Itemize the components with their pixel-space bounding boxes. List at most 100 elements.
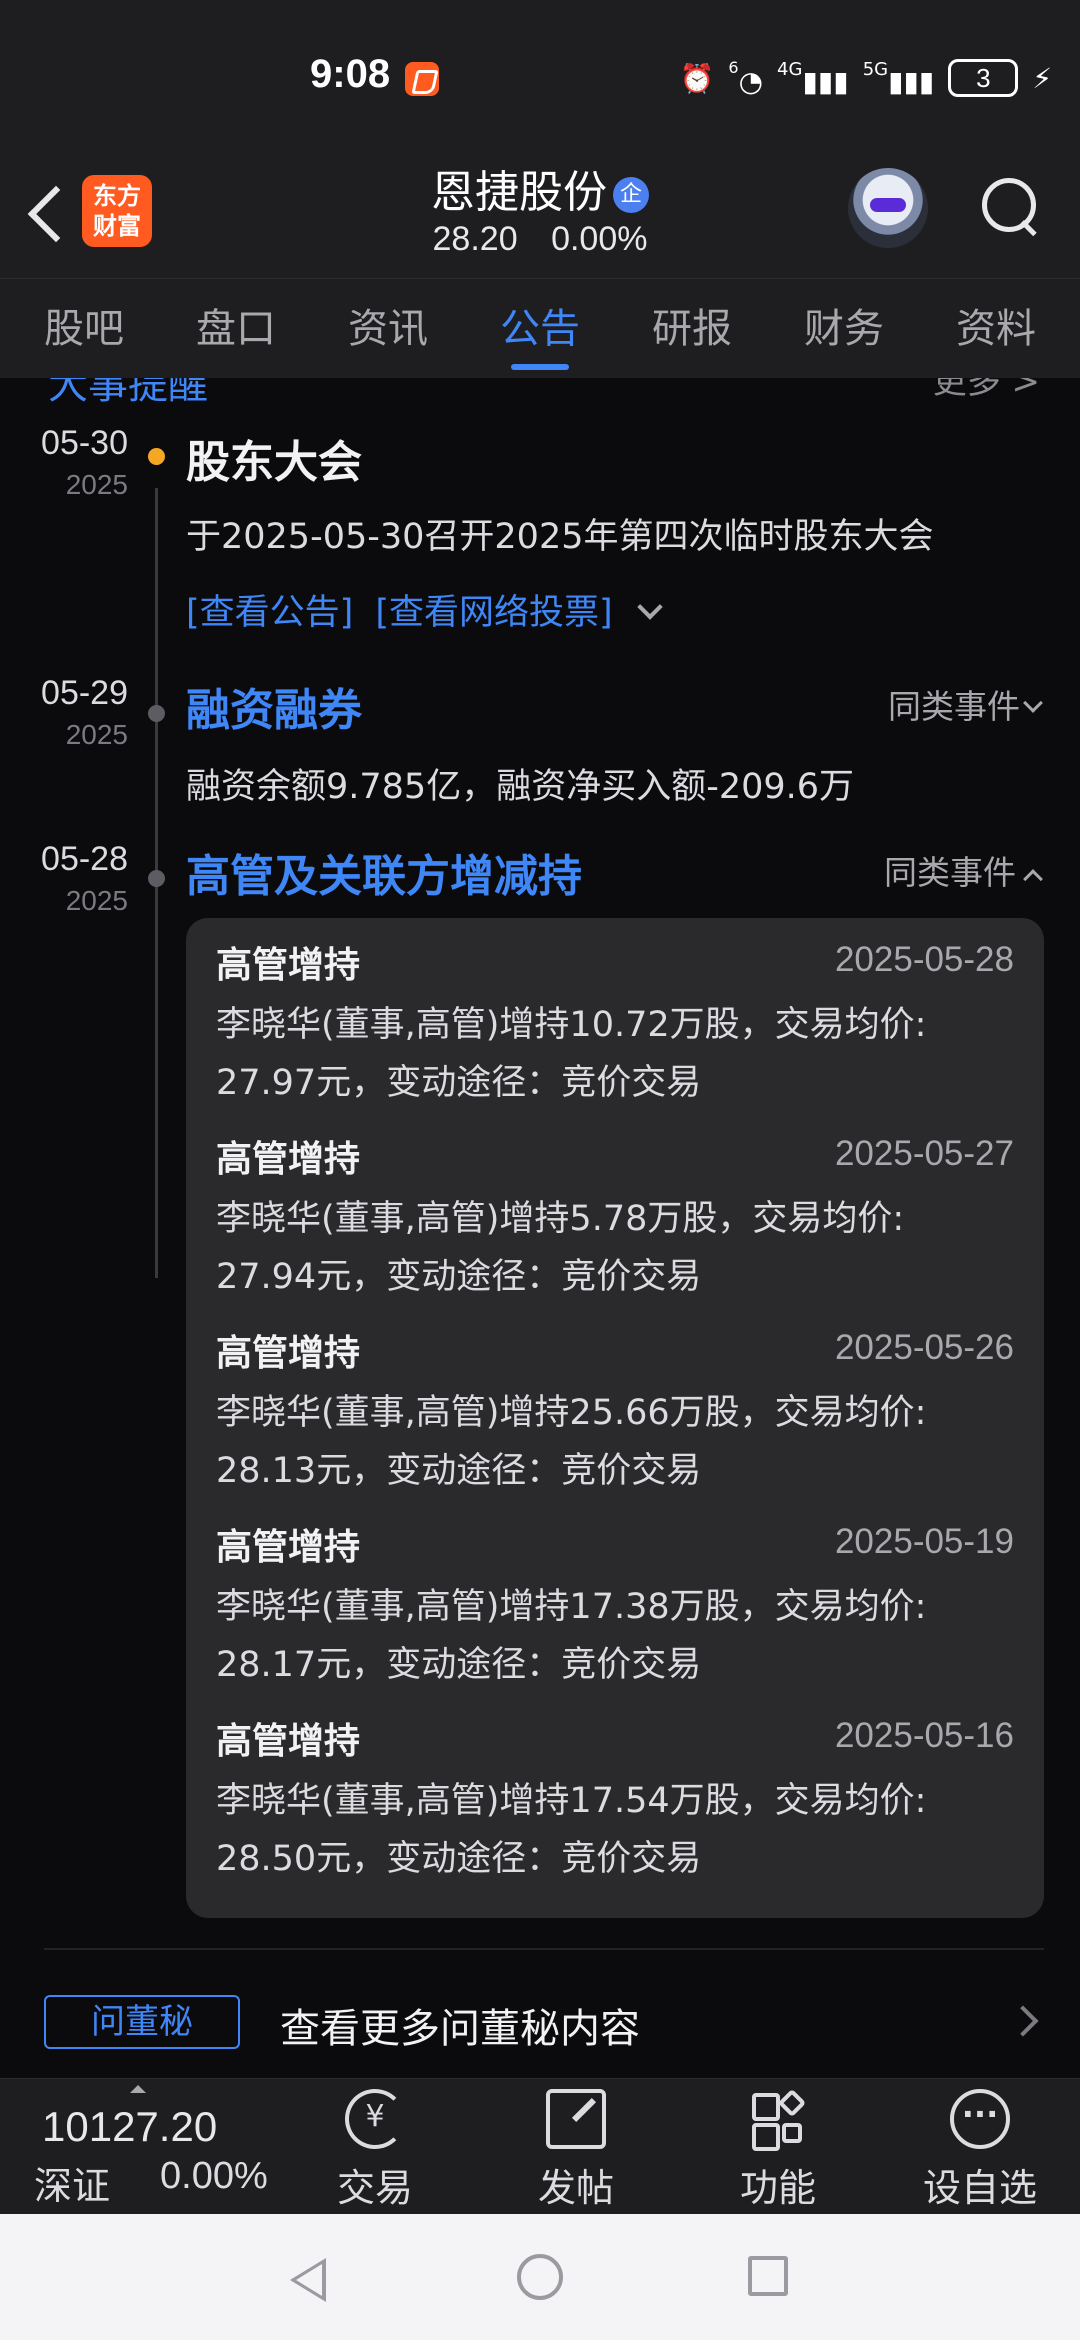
nav-back-icon[interactable] [290,2258,326,2302]
signal-5g-label: 5G [862,58,889,80]
nav-home-icon[interactable] [517,2254,563,2300]
notification-app-icon [405,62,439,96]
similar-events-label: 同类事件 [888,687,1020,726]
index-name[interactable]: 深证 [34,2155,110,2210]
events-content[interactable]: 大事提醒 更多 > 05-30 2025 股东大会 于2025-05-30召开2… [0,378,1080,2078]
status-bar: 9:08 ⏰ 6◔ 4G▮▮▮ 5G▮▮▮ 3 ⚡ [0,0,1080,150]
event-date-md: 05-28 [41,840,128,878]
event-date-year: 2025 [65,469,128,500]
record-title: 高管增持 [216,1139,361,1180]
stock-header: 东方 财富 恩捷股份企 28.20 0.00% [0,150,1080,278]
event-description: 于2025-05-30召开2025年第四次临时股东大会 [186,517,934,557]
add-watchlist-label: 设自选 [922,2166,1037,2210]
tab-guba[interactable]: 股吧 [34,279,134,378]
tab-announcements[interactable]: 公告 [490,279,590,378]
list-item: 高管增持 2025-05-16 李晓华(董事,高管)增持17.54万股，交易均价… [216,1712,1014,1906]
index-change[interactable]: 0.00% [160,2155,268,2198]
tab-news[interactable]: 资讯 [338,279,438,378]
add-watchlist-button[interactable]: 设自选 [910,2089,1050,2212]
nav-recents-icon[interactable] [748,2256,788,2296]
tab-pankou[interactable]: 盘口 [186,279,286,378]
list-item: 高管增持 2025-05-28 李晓华(董事,高管)增持10.72万股，交易均价… [216,936,1014,1130]
timeline-dot [148,870,165,887]
post-label: 发帖 [537,2166,614,2210]
event-date-year: 2025 [65,885,128,916]
record-title: 高管增持 [216,1721,361,1762]
record-detail-cont: 28.17元，变动途径：竞价交易 [216,1645,702,1685]
function-label: 功能 [739,2166,816,2210]
function-icon [748,2088,808,2151]
event-date: 05-28 2025 [28,840,128,917]
wifi-label: 6 [728,58,739,77]
alarm-icon: ⏰ [679,61,715,95]
record-detail: 李晓华(董事,高管)增持17.54万股，交易均价: [216,1781,927,1821]
record-date: 2025-05-19 [834,1522,1014,1561]
shareholding-changes-card: 高管增持 2025-05-28 李晓华(董事,高管)增持10.72万股，交易均价… [186,918,1044,1918]
chevron-up-icon [1023,869,1043,889]
event-date: 05-29 2025 [28,674,128,751]
record-title: 高管增持 [216,945,361,986]
similar-events-label: 同类事件 [884,853,1016,892]
list-item: 高管增持 2025-05-26 李晓华(董事,高管)增持25.66万股，交易均价… [216,1324,1014,1518]
search-icon[interactable] [980,176,1040,236]
tab-bar: 股吧 盘口 资讯 公告 研报 财务 资料 [0,278,1080,378]
record-date: 2025-05-26 [834,1328,1014,1367]
chevron-down-icon [1023,693,1043,713]
function-button[interactable]: 功能 [708,2088,848,2212]
more-link[interactable]: 更多 > [933,378,1040,403]
event-date: 05-30 2025 [28,424,128,501]
post-icon [546,2089,606,2149]
record-title: 高管增持 [216,1527,361,1568]
similar-events-toggle[interactable]: 同类事件 [884,846,1043,894]
ai-assistant-robot-icon[interactable] [848,168,928,248]
record-detail: 李晓华(董事,高管)增持5.78万股，交易均价: [216,1199,905,1239]
list-item: 高管增持 2025-05-27 李晓华(董事,高管)增持5.78万股，交易均价:… [216,1130,1014,1324]
status-icons: ⏰ 6◔ 4G▮▮▮ 5G▮▮▮ 3 ⚡ [680,58,1052,98]
event-description: 融资余额9.785亿，融资净买入额-209.6万 [186,767,855,807]
record-detail-cont: 28.13元，变动途径：竞价交易 [216,1451,702,1491]
tab-research[interactable]: 研报 [642,279,742,378]
caret-up-icon[interactable] [130,2085,146,2093]
timeline-dot [148,448,165,465]
signal-5g-icon: 5G▮▮▮ [862,58,935,98]
record-detail: 李晓华(董事,高管)增持17.38万股，交易均价: [216,1587,927,1627]
ask-secretary-tag[interactable]: 问董秘 [44,1995,240,2049]
record-title: 高管增持 [216,1333,361,1374]
view-announcement-link[interactable]: [查看公告] [186,593,353,633]
stock-name: 恩捷股份 [431,167,607,218]
signal-4g-label: 4G [777,58,803,80]
section-heading-peek: 大事提醒 [48,378,208,408]
event-title-link[interactable]: 高管及关联方增减持 [186,840,582,904]
enterprise-badge: 企 [613,177,649,213]
trade-icon [345,2089,405,2149]
bottom-toolbar: 10127.20 深证 0.00% 交易 发帖 功能 设自选 [0,2078,1080,2214]
record-detail-cont: 27.94元，变动途径：竞价交易 [216,1257,702,1297]
event-date-md: 05-29 [41,674,128,712]
event-title: 股东大会 [186,437,362,488]
wifi-icon: 6◔ [728,58,764,98]
event-title-link[interactable]: 融资融券 [186,674,362,738]
record-detail-cont: 28.50元，变动途径：竞价交易 [216,1839,702,1879]
system-nav-bar [0,2214,1080,2340]
similar-events-toggle[interactable]: 同类事件 [888,680,1043,728]
trade-button[interactable]: 交易 [305,2089,445,2212]
event-date-year: 2025 [65,719,128,750]
post-button[interactable]: 发帖 [506,2089,646,2212]
tab-profile[interactable]: 资料 [946,279,1046,378]
tab-finance[interactable]: 财务 [794,279,894,378]
index-value[interactable]: 10127.20 [42,2103,217,2151]
charging-icon: ⚡ [1032,61,1052,95]
stock-price: 28.20 [432,220,518,258]
chevron-down-icon[interactable] [636,594,663,620]
record-detail: 李晓华(董事,高管)增持25.66万股，交易均价: [216,1393,927,1433]
record-date: 2025-05-27 [834,1134,1014,1173]
status-time: 9:08 [310,52,391,96]
list-item: 高管增持 2025-05-19 李晓华(董事,高管)增持17.38万股，交易均价… [216,1518,1014,1712]
record-detail: 李晓华(董事,高管)增持10.72万股，交易均价: [216,1005,927,1045]
event-links: [查看公告] [查看网络投票] [186,584,663,635]
record-detail-cont: 27.97元，变动途径：竞价交易 [216,1063,702,1103]
chevron-right-icon[interactable] [1007,2005,1039,2037]
record-date: 2025-05-16 [834,1716,1014,1755]
view-online-vote-link[interactable]: [查看网络投票] [375,593,612,633]
ask-secretary-link[interactable]: 查看更多问董秘内容 [280,1996,640,2054]
